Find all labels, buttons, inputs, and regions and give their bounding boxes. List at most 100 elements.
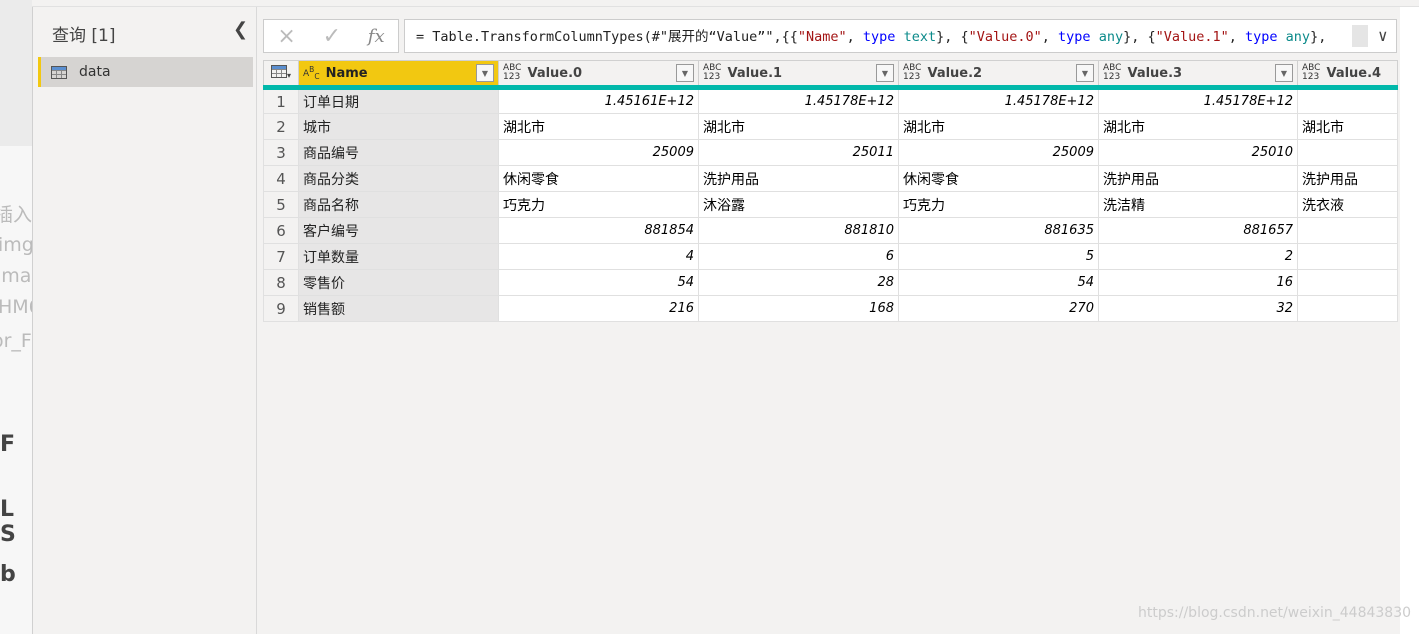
value-cell[interactable]: 1.45178E+12 bbox=[1098, 87, 1298, 114]
value-cell[interactable] bbox=[1297, 295, 1398, 322]
value-cell[interactable]: 216 bbox=[498, 295, 699, 322]
column-label: Value.1 bbox=[727, 65, 783, 81]
value-cell[interactable]: 1.45178E+12 bbox=[898, 87, 1099, 114]
formula-token: , bbox=[846, 29, 863, 45]
background-document: 插入图 img imag HM6 or_F F L S b bbox=[0, 0, 32, 634]
bg-text: HM6 bbox=[0, 296, 32, 318]
value-cell[interactable]: 54 bbox=[898, 269, 1099, 296]
column-header[interactable]: ABC 123 Value.1 ▼ bbox=[698, 60, 899, 90]
value-cell[interactable]: 湖北市 bbox=[698, 113, 899, 140]
value-cell[interactable]: 休闲零食 bbox=[498, 165, 699, 192]
value-cell[interactable]: 湖北市 bbox=[1297, 113, 1398, 140]
name-cell[interactable]: 订单数量 bbox=[298, 243, 499, 270]
value-cell[interactable]: 270 bbox=[898, 295, 1099, 322]
value-cell[interactable]: 881635 bbox=[898, 217, 1099, 244]
name-cell[interactable]: 商品分类 bbox=[298, 165, 499, 192]
row-number[interactable]: 7 bbox=[263, 243, 299, 270]
value-cell[interactable]: 湖北市 bbox=[498, 113, 699, 140]
query-item-data[interactable]: data bbox=[38, 57, 253, 87]
value-cell[interactable] bbox=[1297, 269, 1398, 296]
table-icon bbox=[51, 65, 67, 79]
formula-input[interactable]: = Table.TransformColumnTypes(#"展开的“Value… bbox=[404, 19, 1397, 53]
filter-dropdown-icon[interactable]: ▼ bbox=[1275, 64, 1293, 82]
value-cell[interactable]: 1.45161E+12 bbox=[498, 87, 699, 114]
formula-token: "Value.1" bbox=[1155, 29, 1229, 45]
row-number[interactable]: 2 bbox=[263, 113, 299, 140]
table-menu-button[interactable]: ▾ bbox=[263, 60, 299, 90]
value-cell[interactable]: 881810 bbox=[698, 217, 899, 244]
value-cell[interactable]: 28 bbox=[698, 269, 899, 296]
value-cell[interactable]: 湖北市 bbox=[898, 113, 1099, 140]
row-number[interactable]: 3 bbox=[263, 139, 299, 166]
value-cell[interactable]: 沐浴露 bbox=[698, 191, 899, 218]
filter-dropdown-icon[interactable]: ▼ bbox=[476, 64, 494, 82]
fx-icon[interactable]: fx bbox=[368, 26, 385, 47]
value-cell[interactable] bbox=[1297, 217, 1398, 244]
row-number[interactable]: 9 bbox=[263, 295, 299, 322]
value-cell[interactable]: 洗护用品 bbox=[1297, 165, 1398, 192]
text-type-icon: ABC bbox=[303, 65, 320, 81]
value-cell[interactable]: 洗护用品 bbox=[1098, 165, 1298, 192]
value-cell[interactable]: 洗洁精 bbox=[1098, 191, 1298, 218]
chevron-left-icon[interactable]: ❮ bbox=[233, 19, 248, 40]
value-cell[interactable]: 25011 bbox=[698, 139, 899, 166]
value-cell[interactable]: 6 bbox=[698, 243, 899, 270]
value-cell[interactable]: 洗护用品 bbox=[698, 165, 899, 192]
table-row: 3 商品编号 25009 25011 25009 25010 bbox=[263, 139, 1398, 166]
value-cell[interactable]: 25009 bbox=[498, 139, 699, 166]
row-number[interactable]: 8 bbox=[263, 269, 299, 296]
value-cell[interactable]: 25010 bbox=[1098, 139, 1298, 166]
filter-dropdown-icon[interactable]: ▼ bbox=[876, 64, 894, 82]
value-cell[interactable]: 881854 bbox=[498, 217, 699, 244]
table-icon bbox=[270, 64, 287, 78]
value-cell[interactable]: 54 bbox=[498, 269, 699, 296]
column-header[interactable]: ABC Name ▼ bbox=[298, 60, 499, 90]
value-cell[interactable]: 16 bbox=[1098, 269, 1298, 296]
formula-token: type bbox=[1058, 29, 1091, 45]
table-row: 7 订单数量 4 6 5 2 bbox=[263, 243, 1398, 270]
value-cell[interactable]: 巧克力 bbox=[498, 191, 699, 218]
value-cell[interactable]: 5 bbox=[898, 243, 1099, 270]
name-cell[interactable]: 订单日期 bbox=[298, 87, 499, 114]
value-cell[interactable] bbox=[1297, 139, 1398, 166]
formula-token: any bbox=[1285, 29, 1311, 45]
cancel-icon[interactable]: × bbox=[277, 24, 295, 49]
value-cell[interactable]: 2 bbox=[1098, 243, 1298, 270]
formula-token: }, { bbox=[936, 29, 969, 45]
chevron-down-icon[interactable]: ∨ bbox=[1378, 20, 1388, 52]
filter-dropdown-icon[interactable]: ▼ bbox=[676, 64, 694, 82]
name-cell[interactable]: 城市 bbox=[298, 113, 499, 140]
value-cell[interactable]: 168 bbox=[698, 295, 899, 322]
value-cell[interactable]: 4 bbox=[498, 243, 699, 270]
row-number[interactable]: 6 bbox=[263, 217, 299, 244]
column-header[interactable]: ABC 123 Value.3 ▼ bbox=[1098, 60, 1298, 90]
row-number[interactable]: 4 bbox=[263, 165, 299, 192]
value-cell[interactable]: 休闲零食 bbox=[898, 165, 1099, 192]
column-header[interactable]: ABC 123 Value.4 bbox=[1297, 60, 1398, 90]
value-cell[interactable]: 巧克力 bbox=[898, 191, 1099, 218]
table-row: 5 商品名称 巧克力 沐浴露 巧克力 洗洁精 洗衣液 bbox=[263, 191, 1398, 218]
any-type-icon: ABC 123 bbox=[903, 63, 922, 82]
row-number[interactable]: 1 bbox=[263, 87, 299, 114]
value-cell[interactable]: 32 bbox=[1098, 295, 1298, 322]
column-header[interactable]: ABC 123 Value.2 ▼ bbox=[898, 60, 1099, 90]
value-cell[interactable]: 湖北市 bbox=[1098, 113, 1298, 140]
value-cell[interactable]: 1.45178E+12 bbox=[698, 87, 899, 114]
filter-dropdown-icon[interactable]: ▼ bbox=[1076, 64, 1094, 82]
value-cell[interactable] bbox=[1297, 87, 1398, 114]
vertical-scrollbar[interactable] bbox=[1400, 7, 1419, 634]
value-cell[interactable]: 881657 bbox=[1098, 217, 1298, 244]
value-cell[interactable] bbox=[1297, 243, 1398, 270]
queries-title: 查询 [1] bbox=[52, 26, 116, 46]
name-cell[interactable]: 客户编号 bbox=[298, 217, 499, 244]
bg-text: L S bbox=[0, 497, 16, 547]
name-cell[interactable]: 商品编号 bbox=[298, 139, 499, 166]
name-cell[interactable]: 零售价 bbox=[298, 269, 499, 296]
value-cell[interactable]: 25009 bbox=[898, 139, 1099, 166]
row-number[interactable]: 5 bbox=[263, 191, 299, 218]
name-cell[interactable]: 商品名称 bbox=[298, 191, 499, 218]
check-icon[interactable]: ✓ bbox=[323, 24, 341, 49]
column-header[interactable]: ABC 123 Value.0 ▼ bbox=[498, 60, 699, 90]
value-cell[interactable]: 洗衣液 bbox=[1297, 191, 1398, 218]
name-cell[interactable]: 销售额 bbox=[298, 295, 499, 322]
